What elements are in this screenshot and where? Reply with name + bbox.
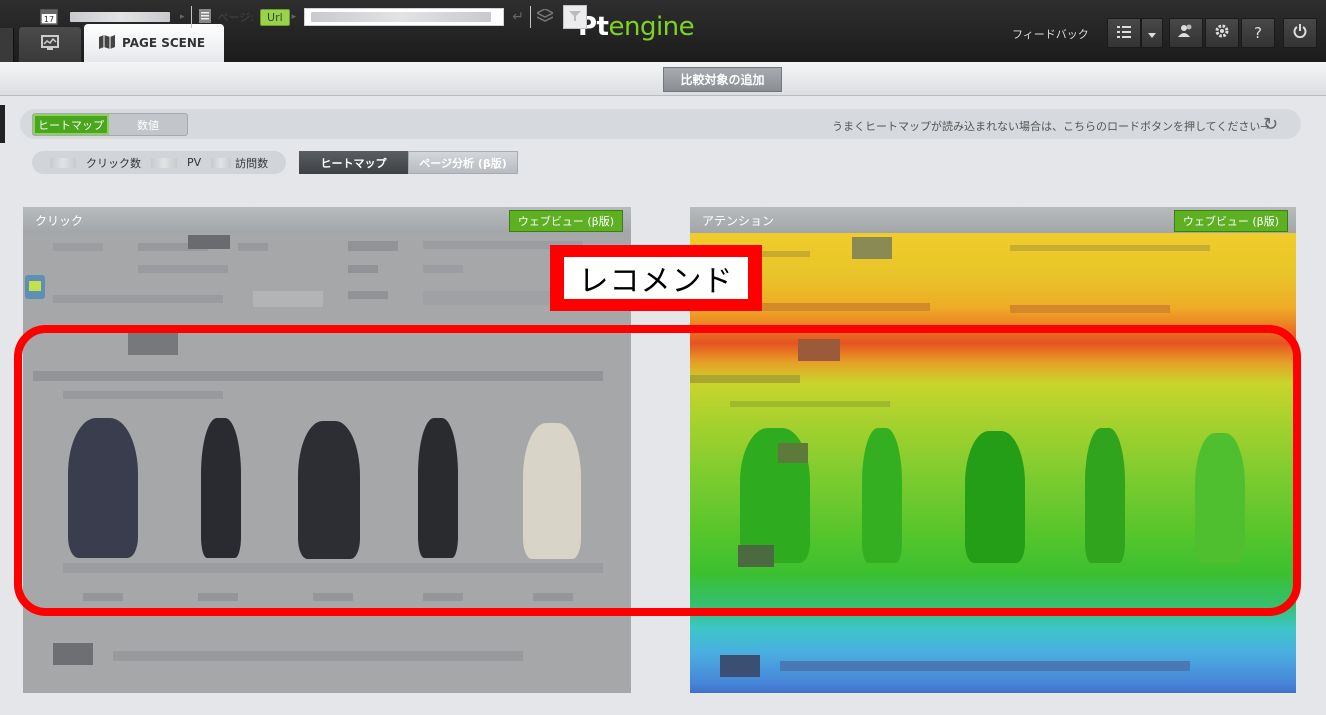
reload-notice: うまくヒートマップが読み込まれない場合は、こちらのロードボタンを押してください→ xyxy=(832,120,1270,133)
attention-webview-button[interactable]: ウェブビュー (β版) xyxy=(1173,210,1288,232)
left-edge-marker xyxy=(0,105,5,143)
tab-numbers[interactable]: 数値 xyxy=(109,114,187,135)
url-badge[interactable]: Url xyxy=(260,8,290,26)
pv-value-blurred xyxy=(151,157,177,168)
caret-down-icon xyxy=(1148,24,1156,42)
gear-icon xyxy=(1214,23,1230,43)
tab-heatmap[interactable]: ヒートマップ xyxy=(33,114,109,135)
recommend-label: レコメンド xyxy=(550,245,762,311)
power-button[interactable] xyxy=(1283,18,1317,48)
filter-icon xyxy=(568,10,581,25)
heatmap-view-button[interactable]: ヒートマップ xyxy=(299,151,408,174)
page-analysis-button[interactable]: ページ分析 (β版) xyxy=(408,151,518,174)
click-panel-header: クリック ウェブビュー (β版) xyxy=(23,207,631,233)
view-mode-toggle: ヒートマップ 数値 xyxy=(32,113,188,136)
metrics-summary: クリック数 PV 訪問数 xyxy=(32,151,286,174)
click-webview-button[interactable]: ウェブビュー (β版) xyxy=(508,210,623,232)
visits-value-blurred xyxy=(211,157,232,168)
clicks-label: クリック数 xyxy=(86,156,141,170)
attention-panel-title: アテンション xyxy=(702,213,775,228)
users-icon xyxy=(1178,24,1194,42)
url-input[interactable] xyxy=(304,8,505,26)
left-stub-tab[interactable] xyxy=(0,28,14,62)
list-icon xyxy=(1117,24,1131,42)
add-comparison-button[interactable]: 比較対象の追加 xyxy=(663,67,782,92)
page-filter-bar: 17 ▸ ページ: Url ▸ ↵ xyxy=(18,0,648,34)
svg-text:17: 17 xyxy=(44,15,54,24)
recommend-highlight-box xyxy=(14,325,1301,616)
page-label: ページ: xyxy=(217,11,255,24)
chevron-right-icon[interactable]: ▸ xyxy=(180,12,185,22)
calendar-icon[interactable]: 17 xyxy=(40,7,58,28)
list-dropdown-button[interactable] xyxy=(1141,18,1163,48)
document-icon xyxy=(198,8,212,27)
url-badge-arrow-icon[interactable]: ▸ xyxy=(292,12,297,22)
list-button[interactable] xyxy=(1107,18,1141,48)
visits-label: 訪問数 xyxy=(235,156,269,170)
reload-icon[interactable]: ↻ xyxy=(1263,114,1278,135)
attention-panel-header: アテンション ウェブビュー (β版) xyxy=(690,207,1296,233)
filter-button[interactable] xyxy=(562,5,587,29)
power-icon xyxy=(1293,24,1307,42)
feedback-link[interactable]: フィードバック xyxy=(1012,26,1089,42)
layers-icon[interactable] xyxy=(535,7,555,26)
help-button[interactable]: ? xyxy=(1241,18,1275,48)
users-button[interactable] xyxy=(1169,18,1203,48)
settings-button[interactable] xyxy=(1205,18,1239,48)
enter-icon[interactable]: ↵ xyxy=(512,9,524,25)
monitor-icon xyxy=(40,34,60,55)
pv-label: PV xyxy=(187,156,202,169)
map-icon xyxy=(98,34,116,52)
click-panel-title: クリック xyxy=(35,213,84,228)
clicks-value-blurred xyxy=(50,157,76,168)
tab-page-scene-label: PAGE SCENE xyxy=(122,36,206,50)
date-range-blurred[interactable] xyxy=(70,12,170,22)
help-icon: ? xyxy=(1254,24,1262,42)
recommend-label-text: レコメンド xyxy=(564,257,748,299)
